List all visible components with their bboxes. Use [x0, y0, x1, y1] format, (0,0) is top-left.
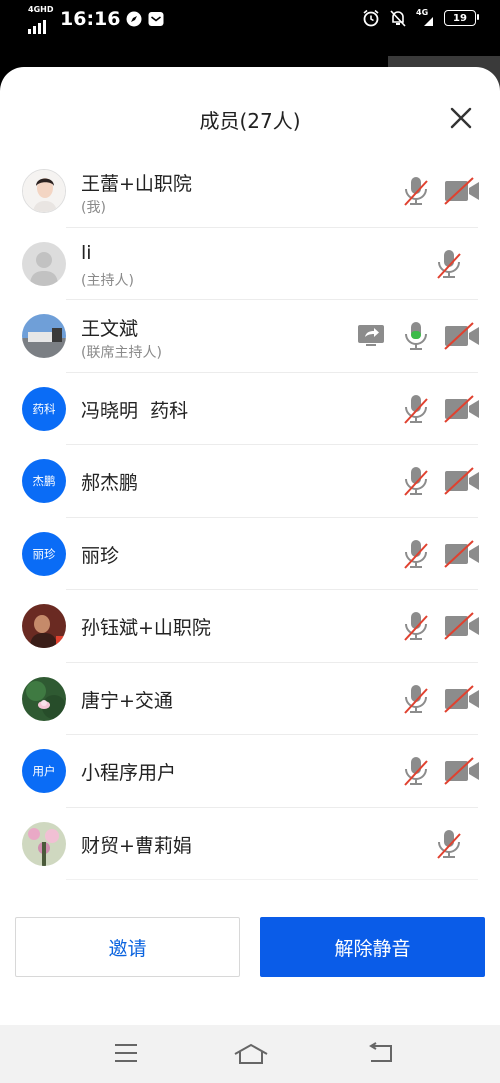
list-item[interactable]: 用户 小程序用户 — [0, 735, 500, 808]
list-item[interactable]: 丽珍 丽珍 — [0, 518, 500, 591]
list-item[interactable]: 王蕾+山职院 (我) — [0, 155, 500, 228]
avatar — [22, 676, 66, 721]
mic-muted-icon[interactable] — [436, 248, 462, 280]
avatar — [22, 169, 66, 213]
avatar — [22, 241, 66, 286]
list-item[interactable]: 唐宁+交通 — [0, 663, 500, 736]
home-icon[interactable] — [233, 1042, 269, 1066]
avatar — [22, 821, 66, 866]
member-name: 小程序用户 — [81, 762, 177, 784]
mobile-signal-icon: 4G — [416, 8, 434, 27]
avatar: 杰鹏 — [22, 459, 66, 503]
clock-time: 16:16 — [60, 8, 121, 30]
avatar — [22, 604, 66, 648]
member-name: 孙钰斌+山职院 — [81, 617, 211, 639]
list-item[interactable]: li (主持人) — [0, 228, 500, 301]
list-item[interactable]: 孙钰斌+山职院 — [0, 590, 500, 663]
camera-off-icon[interactable] — [444, 467, 480, 495]
list-fade — [0, 873, 500, 897]
member-role: (联席主持人) — [81, 345, 162, 361]
member-name: 财贸+曹莉娟 — [81, 834, 192, 857]
battery-level: 19 — [453, 12, 467, 24]
members-sheet: 成员(27人) 王蕾+山职院 (我) li (主持人) 王文斌 (联席主持人) … — [0, 67, 500, 1025]
camera-off-icon[interactable] — [444, 177, 480, 205]
member-role: (主持人) — [81, 272, 134, 289]
message-icon — [148, 11, 164, 27]
back-icon[interactable] — [367, 1042, 395, 1064]
member-name: li — [81, 241, 92, 264]
mic-muted-icon[interactable] — [403, 538, 429, 570]
status-bar: 4GHD 16:16 4G 19 — [0, 0, 500, 40]
camera-off-icon[interactable] — [444, 684, 480, 713]
mic-muted-icon[interactable] — [403, 465, 429, 497]
invite-button[interactable]: 邀请 — [15, 917, 240, 977]
member-role: (我) — [81, 200, 106, 216]
mic-muted-icon[interactable] — [403, 175, 429, 207]
menu-icon[interactable] — [113, 1042, 139, 1064]
list-item[interactable]: 杰鹏 郝杰鹏 — [0, 445, 500, 518]
member-name: 冯晓明 药科 — [81, 399, 189, 422]
camera-off-icon[interactable] — [444, 322, 480, 350]
signal-icon: 4GHD — [28, 5, 54, 34]
mic-muted-icon[interactable] — [436, 828, 462, 860]
camera-off-icon[interactable] — [444, 539, 480, 568]
camera-off-icon[interactable] — [444, 612, 480, 640]
member-list[interactable]: 王蕾+山职院 (我) li (主持人) 王文斌 (联席主持人) 药科 冯晓明 药… — [0, 155, 500, 890]
close-icon[interactable] — [450, 107, 472, 129]
screen-share-icon[interactable] — [357, 323, 385, 347]
battery-icon: 19 — [444, 10, 479, 26]
compass-icon — [126, 11, 142, 27]
mic-active-icon[interactable] — [403, 320, 429, 352]
navigation-bar — [0, 1025, 500, 1083]
list-item[interactable]: 药科 冯晓明 药科 — [0, 373, 500, 446]
member-name: 王文斌 — [81, 318, 139, 340]
avatar — [22, 314, 66, 358]
unmute-all-button[interactable]: 解除静音 — [260, 917, 485, 977]
member-name: 王蕾+山职院 — [81, 173, 192, 195]
member-name: 唐宁+交通 — [81, 689, 173, 712]
list-item[interactable]: 财贸+曹莉娟 — [0, 808, 500, 881]
mic-muted-icon[interactable] — [403, 610, 429, 642]
bell-off-icon — [390, 9, 406, 27]
avatar: 丽珍 — [22, 531, 66, 576]
footer: 邀请 解除静音 — [0, 902, 500, 982]
member-name: 郝杰鹏 — [81, 472, 139, 494]
member-name: 丽珍 — [81, 544, 120, 567]
mic-muted-icon[interactable] — [403, 393, 429, 425]
camera-off-icon[interactable] — [444, 394, 480, 423]
network-label: 4GHD — [28, 5, 54, 14]
camera-off-icon[interactable] — [444, 757, 480, 785]
sheet-title: 成员(27人) — [199, 109, 301, 133]
alarm-icon — [362, 9, 380, 27]
mic-muted-icon[interactable] — [403, 683, 429, 715]
avatar: 药科 — [22, 386, 66, 431]
avatar: 用户 — [22, 749, 66, 793]
list-item[interactable]: 王文斌 (联席主持人) — [0, 300, 500, 373]
mic-muted-icon[interactable] — [403, 755, 429, 787]
